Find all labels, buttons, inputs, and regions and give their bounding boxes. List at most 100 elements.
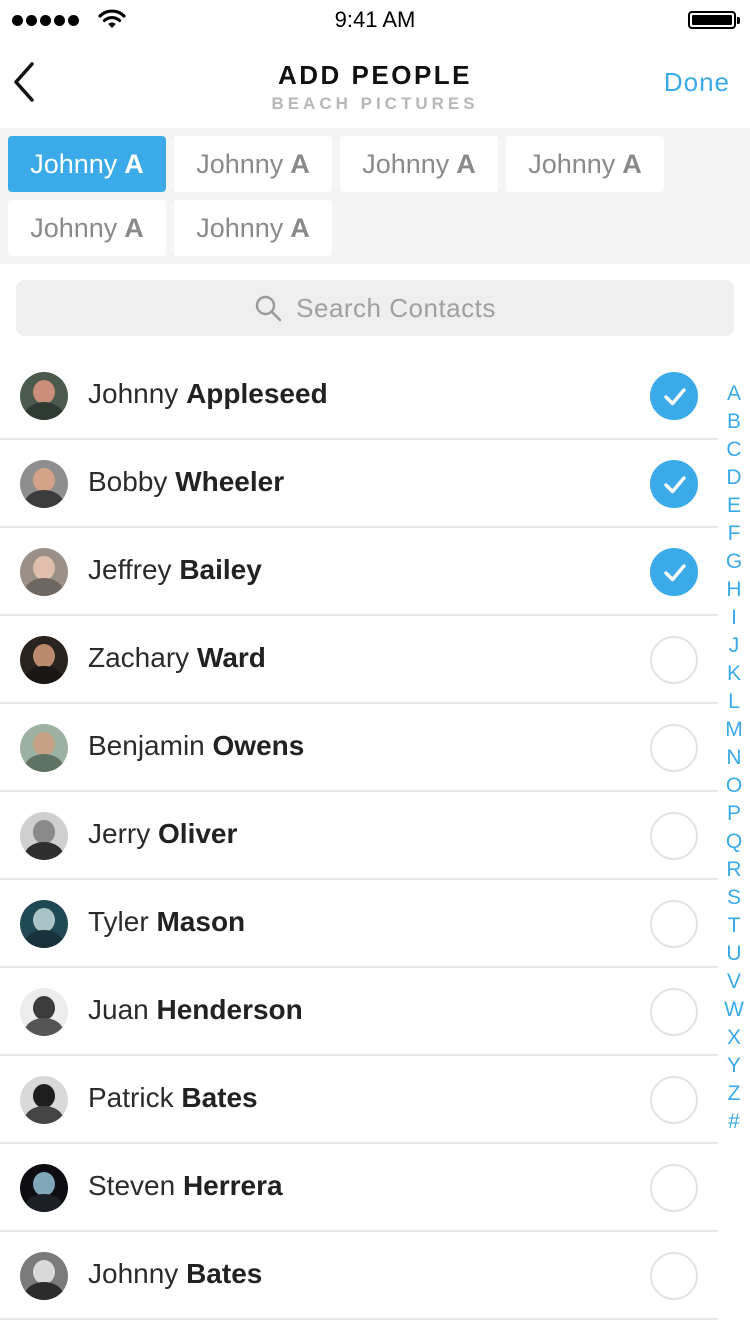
contact-row[interactable]: Johnny Appleseed bbox=[0, 352, 718, 440]
select-checkbox[interactable] bbox=[650, 1164, 698, 1212]
contact-row[interactable]: Patrick Bates bbox=[0, 1056, 718, 1144]
contact-row[interactable]: Jerry Oliver bbox=[0, 792, 718, 880]
select-checkbox[interactable] bbox=[650, 1076, 698, 1124]
contact-name: Benjamin Owens bbox=[88, 730, 305, 761]
selected-person-chip[interactable]: Johnny A bbox=[340, 136, 498, 192]
checkmark-icon bbox=[664, 388, 686, 406]
contact-row[interactable]: Juan Henderson bbox=[0, 968, 718, 1056]
index-letter[interactable]: V bbox=[718, 968, 750, 996]
avatar bbox=[20, 1164, 68, 1212]
index-letter[interactable]: # bbox=[718, 1108, 750, 1136]
index-letter[interactable]: X bbox=[718, 1024, 750, 1052]
contact-row[interactable]: Johnny Bates bbox=[0, 1232, 718, 1320]
search-input[interactable]: Search Contacts bbox=[16, 280, 734, 336]
index-letter[interactable]: M bbox=[718, 716, 750, 744]
avatar bbox=[20, 636, 68, 684]
chip-initial: A bbox=[124, 148, 144, 179]
alphabet-index[interactable]: A B C D E F G H I J K L M N O P Q R S T … bbox=[718, 380, 750, 1136]
index-letter[interactable]: Q bbox=[718, 828, 750, 856]
checkmark-icon bbox=[664, 476, 686, 494]
index-letter[interactable]: B bbox=[718, 408, 750, 436]
chip-first-name: Johnny bbox=[196, 212, 284, 243]
index-letter[interactable]: Z bbox=[718, 1080, 750, 1108]
status-time: 9:41 AM bbox=[334, 7, 416, 32]
contact-name: Bobby Wheeler bbox=[88, 466, 285, 497]
selected-person-chip[interactable]: Johnny A bbox=[8, 136, 166, 192]
chip-initial: A bbox=[124, 212, 144, 243]
contact-name: Tyler Mason bbox=[88, 906, 246, 937]
avatar bbox=[20, 1252, 68, 1300]
select-checkbox[interactable] bbox=[650, 724, 698, 772]
avatar bbox=[20, 988, 68, 1036]
avatar bbox=[20, 900, 68, 948]
page-subtitle: BEACH PICTURES bbox=[271, 94, 479, 113]
index-letter[interactable]: W bbox=[718, 996, 750, 1024]
index-letter[interactable]: E bbox=[718, 492, 750, 520]
contact-name: Johnny Bates bbox=[88, 1258, 263, 1289]
index-letter[interactable]: K bbox=[718, 660, 750, 688]
battery-icon bbox=[688, 11, 740, 29]
index-letter[interactable]: R bbox=[718, 856, 750, 884]
index-letter[interactable]: S bbox=[718, 884, 750, 912]
select-checkbox[interactable] bbox=[650, 372, 698, 420]
selected-people-area: Johnny A Johnny A Johnny A Johnny A Johnny A … bbox=[0, 128, 750, 264]
avatar bbox=[20, 548, 68, 596]
select-checkbox[interactable] bbox=[650, 988, 698, 1036]
search-icon bbox=[255, 295, 282, 322]
select-checkbox[interactable] bbox=[650, 636, 698, 684]
chip-initial: A bbox=[290, 212, 310, 243]
selected-person-chip[interactable]: Johnny A bbox=[506, 136, 664, 192]
select-checkbox[interactable] bbox=[650, 1252, 698, 1300]
contact-row[interactable]: Jeffrey Bailey bbox=[0, 528, 718, 616]
selected-person-chip[interactable]: Johnny A bbox=[174, 200, 332, 256]
status-bar: 9:41 AM bbox=[0, 0, 750, 40]
contact-name: Patrick Bates bbox=[88, 1082, 258, 1113]
chip-initial: A bbox=[622, 148, 642, 179]
index-letter[interactable]: G bbox=[718, 548, 750, 576]
index-letter[interactable]: J bbox=[718, 632, 750, 660]
contact-row[interactable]: Tyler Mason bbox=[0, 880, 718, 968]
search-placeholder: Search Contacts bbox=[296, 292, 496, 323]
avatar bbox=[20, 372, 68, 420]
contact-name: Juan Henderson bbox=[88, 994, 303, 1025]
contact-name: Johnny Appleseed bbox=[88, 378, 328, 409]
index-letter[interactable]: N bbox=[718, 744, 750, 772]
select-checkbox[interactable] bbox=[650, 460, 698, 508]
index-letter[interactable]: U bbox=[718, 940, 750, 968]
select-checkbox[interactable] bbox=[650, 900, 698, 948]
index-letter[interactable]: T bbox=[718, 912, 750, 940]
avatar bbox=[20, 460, 68, 508]
contact-row[interactable]: Benjamin Owens bbox=[0, 704, 718, 792]
page-title: ADD PEOPLE bbox=[277, 60, 473, 90]
contact-name: Jerry Oliver bbox=[88, 818, 238, 849]
avatar bbox=[20, 724, 68, 772]
index-letter[interactable]: P bbox=[718, 800, 750, 828]
contacts-list: Johnny Appleseed Bobby Wheeler Jeffrey B… bbox=[0, 352, 718, 1320]
index-letter[interactable]: O bbox=[718, 772, 750, 800]
done-button[interactable]: Done bbox=[664, 67, 730, 98]
contact-row[interactable]: Bobby Wheeler bbox=[0, 440, 718, 528]
chip-first-name: Johnny bbox=[196, 148, 284, 179]
index-letter[interactable]: H bbox=[718, 576, 750, 604]
select-checkbox[interactable] bbox=[650, 812, 698, 860]
index-letter[interactable]: Y bbox=[718, 1052, 750, 1080]
selected-person-chip[interactable]: Johnny A bbox=[8, 200, 166, 256]
chip-first-name: Johnny bbox=[30, 148, 118, 179]
navigation-bar: ADD PEOPLE BEACH PICTURES Done bbox=[0, 40, 750, 128]
avatar bbox=[20, 1076, 68, 1124]
contact-row[interactable]: Zachary Ward bbox=[0, 616, 718, 704]
index-letter[interactable]: F bbox=[718, 520, 750, 548]
chip-first-name: Johnny bbox=[362, 148, 450, 179]
index-letter[interactable]: A bbox=[718, 380, 750, 408]
index-letter[interactable]: I bbox=[718, 604, 750, 632]
avatar bbox=[20, 812, 68, 860]
selected-person-chip[interactable]: Johnny A bbox=[174, 136, 332, 192]
index-letter[interactable]: C bbox=[718, 436, 750, 464]
index-letter[interactable]: D bbox=[718, 464, 750, 492]
checkmark-icon bbox=[664, 564, 686, 582]
contact-row[interactable]: Steven Herrera bbox=[0, 1144, 718, 1232]
select-checkbox[interactable] bbox=[650, 548, 698, 596]
index-letter[interactable]: L bbox=[718, 688, 750, 716]
chip-first-name: Johnny bbox=[528, 148, 616, 179]
contact-name: Steven Herrera bbox=[88, 1170, 283, 1201]
